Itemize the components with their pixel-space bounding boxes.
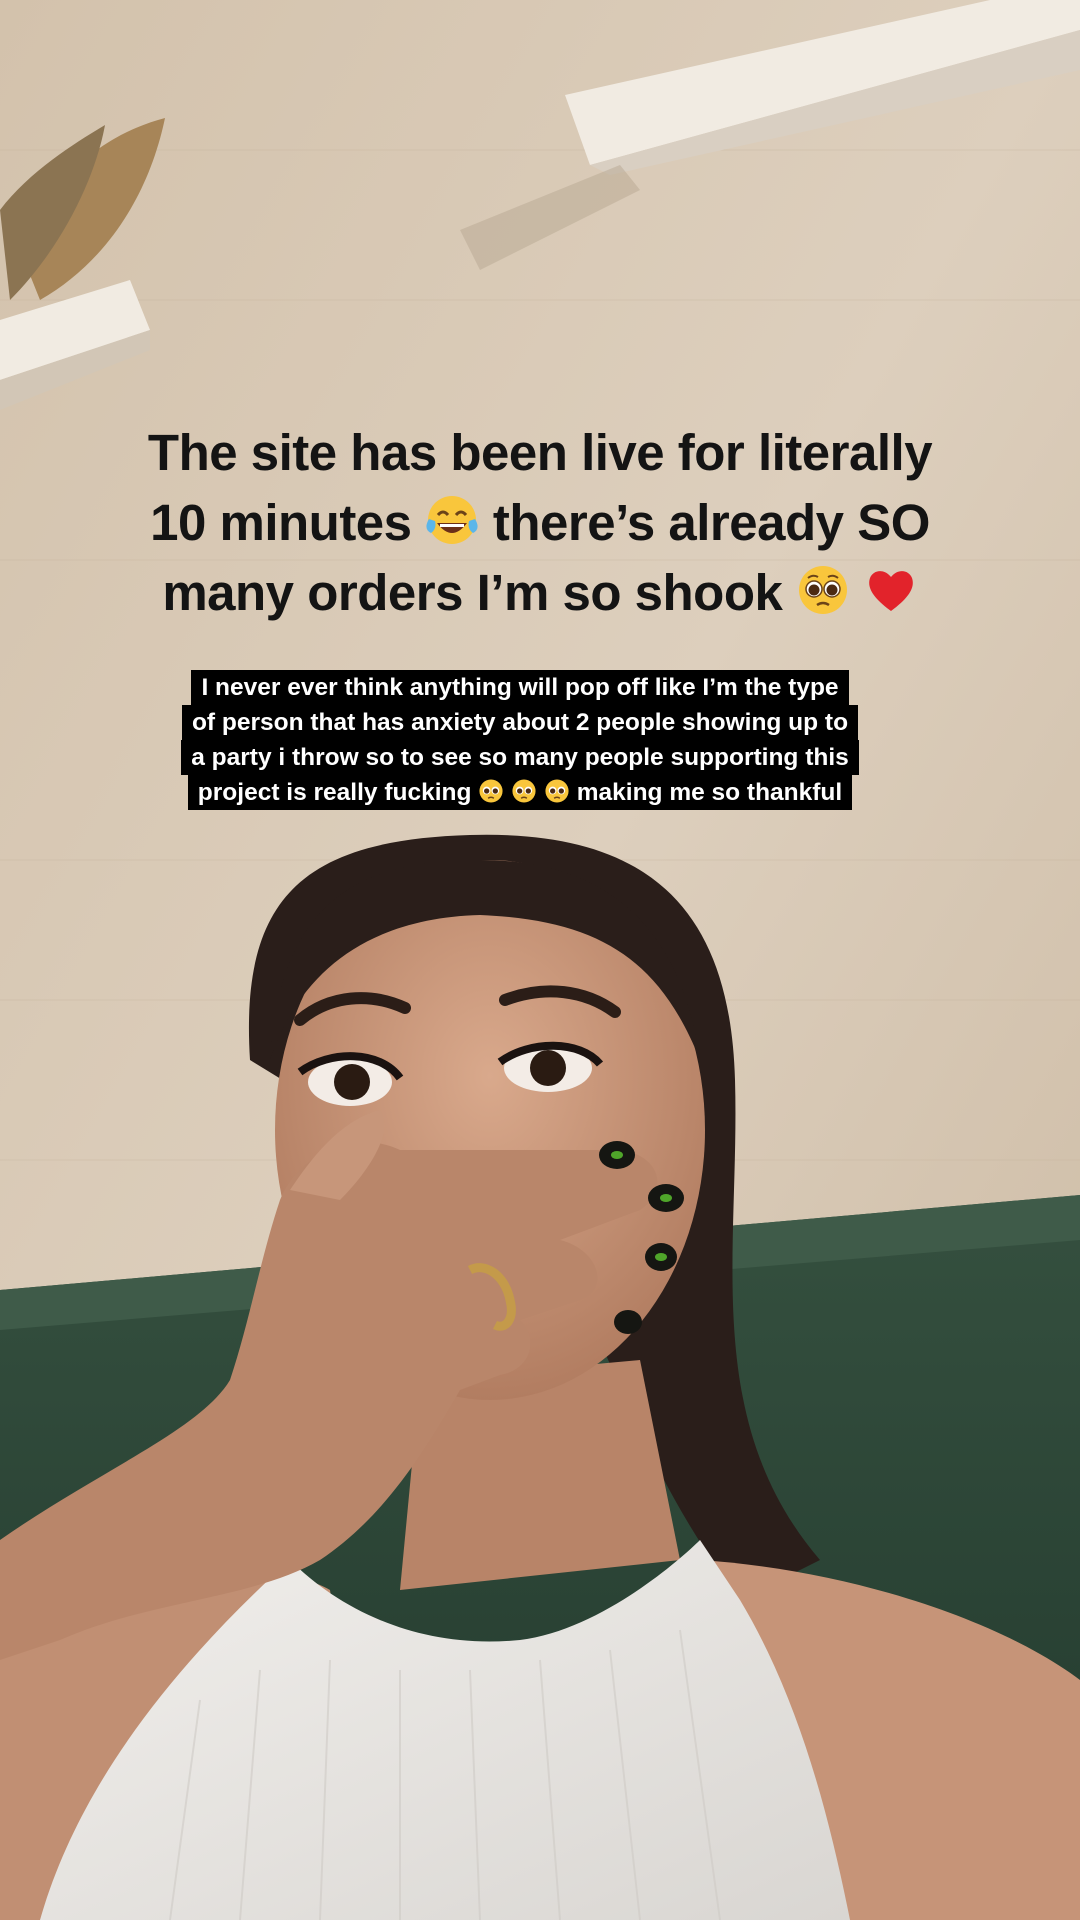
main-caption-line: The site has been live for literally <box>80 418 1000 488</box>
sub-caption-line: project is really fucking making me so t… <box>187 775 853 810</box>
pleading-face-emoji <box>796 563 850 617</box>
main-caption-text: 10 minutes <box>150 494 412 551</box>
main-caption-text: there’s already SO <box>492 494 931 551</box>
main-caption-text: The site has been live for literally <box>147 424 933 481</box>
sub-caption-line: of person that has anxiety about 2 peopl… <box>181 705 859 740</box>
pleading-face-emoji <box>544 778 570 804</box>
tears-of-joy-emoji <box>425 493 479 547</box>
pleading-face-emoji <box>478 778 504 804</box>
story-photo <box>0 0 1080 1920</box>
main-caption-line: many orders I’m so shook <box>80 558 1000 628</box>
sub-caption-text: making me so thankful <box>576 779 843 806</box>
main-caption-text: many orders I’m so shook <box>162 564 783 621</box>
main-caption-line: 10 minutes there’s already SO <box>80 488 1000 558</box>
story-sub-caption: I never ever think anything will pop off… <box>152 670 888 810</box>
story-main-caption: The site has been live for literally 10 … <box>80 418 1000 628</box>
sub-caption-line: a party i throw so to see so many people… <box>181 740 859 775</box>
sub-caption-line: I never ever think anything will pop off… <box>191 670 849 705</box>
red-heart-emoji <box>864 563 918 617</box>
pleading-face-emoji <box>511 778 537 804</box>
sub-caption-text: project is really fucking <box>197 779 472 806</box>
